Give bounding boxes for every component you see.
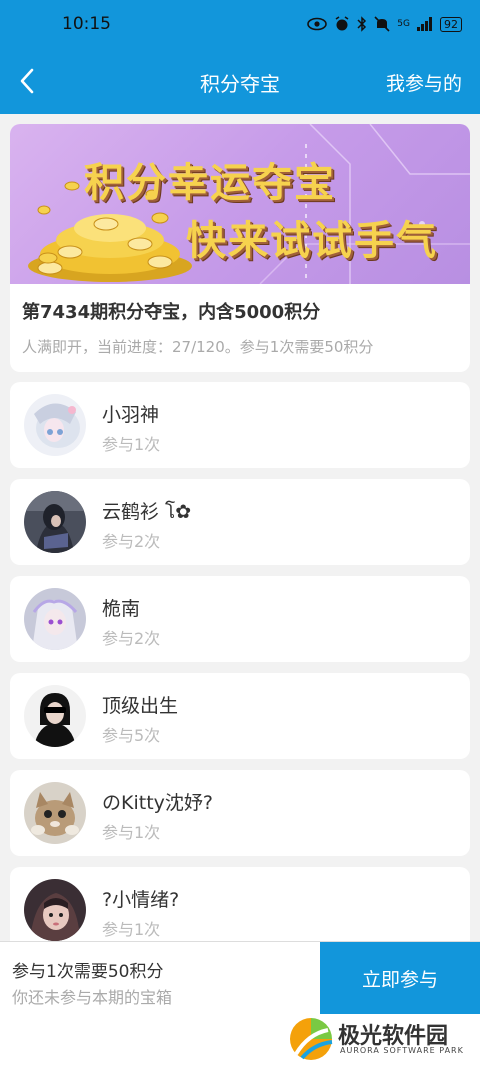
alarm-icon (335, 16, 349, 31)
aurora-logo-icon (290, 1018, 333, 1060)
prize-card: 积分幸运夺宝 快来试试手气 第7434期积分夺宝，内含5000积分 人满即开，当… (10, 124, 470, 372)
signal-icon (417, 17, 432, 31)
app-bar: 积分夺宝 我参与的 (0, 48, 480, 114)
eye-icon (307, 17, 328, 31)
participant-item[interactable]: 小羽神 参与1次 (10, 382, 470, 468)
participant-name: 小羽神 (102, 404, 160, 426)
my-participation-button[interactable]: 我参与的 (386, 69, 462, 96)
mute-icon (374, 16, 390, 32)
battery-indicator: 92 (440, 16, 462, 32)
prize-progress: 人满即开，当前进度：27/120。参与1次需要50积分 (22, 338, 374, 356)
participant-count: 参与1次 (102, 823, 161, 842)
participant-item[interactable]: ?小情绪? 参与1次 (10, 867, 470, 941)
content-list[interactable]: 积分幸运夺宝 快来试试手气 第7434期积分夺宝，内含5000积分 人满即开，当… (0, 114, 480, 941)
participant-item[interactable]: 桅南 参与2次 (10, 576, 470, 662)
prize-title: 第7434期积分夺宝，内含5000积分 (22, 302, 321, 323)
network-label: 5G (397, 19, 410, 29)
cost-text: 参与1次需要50积分 (12, 962, 164, 982)
participant-count: 参与1次 (102, 435, 161, 454)
participant-item[interactable]: 顶级出生 参与5次 (10, 673, 470, 759)
participant-item[interactable]: のKitty沈妤? 参与1次 (10, 770, 470, 856)
avatar (24, 588, 86, 650)
avatar (24, 685, 86, 747)
status-bar: 10:15 5G 92 (0, 0, 480, 48)
status-time: 10:15 (62, 14, 111, 34)
participant-name: のKitty沈妤? (102, 792, 213, 814)
participant-name: 顶级出生 (102, 695, 179, 717)
avatar (24, 491, 86, 553)
participant-name: ?小情绪? (102, 889, 180, 911)
banner-headline: 积分幸运夺宝 (84, 159, 336, 206)
participant-count: 参与1次 (102, 920, 161, 939)
participant-name: 云鹤衫 โ✿ (102, 501, 192, 523)
avatar (24, 879, 86, 941)
watermark-logo: 极光软件园 AURORA SOFTWARE PARK (288, 1016, 478, 1064)
participant-name: 桅南 (102, 598, 141, 620)
watermark-subtitle: AURORA SOFTWARE PARK (340, 1046, 464, 1055)
participant-count: 参与2次 (102, 532, 161, 551)
avatar (24, 782, 86, 844)
participant-count: 参与2次 (102, 629, 161, 648)
status-icons: 5G 92 (307, 16, 462, 32)
banner-subheadline: 快来试试手气 (186, 217, 438, 264)
bluetooth-icon (357, 16, 367, 32)
participant-item[interactable]: 云鹤衫 โ✿ 参与2次 (10, 479, 470, 565)
join-now-button[interactable]: 立即参与 (320, 942, 480, 1014)
banner-image: 积分幸运夺宝 快来试试手气 (10, 124, 470, 284)
participant-count: 参与5次 (102, 726, 161, 745)
avatar (24, 394, 86, 456)
participation-status: 你还未参与本期的宝箱 (12, 988, 173, 1007)
